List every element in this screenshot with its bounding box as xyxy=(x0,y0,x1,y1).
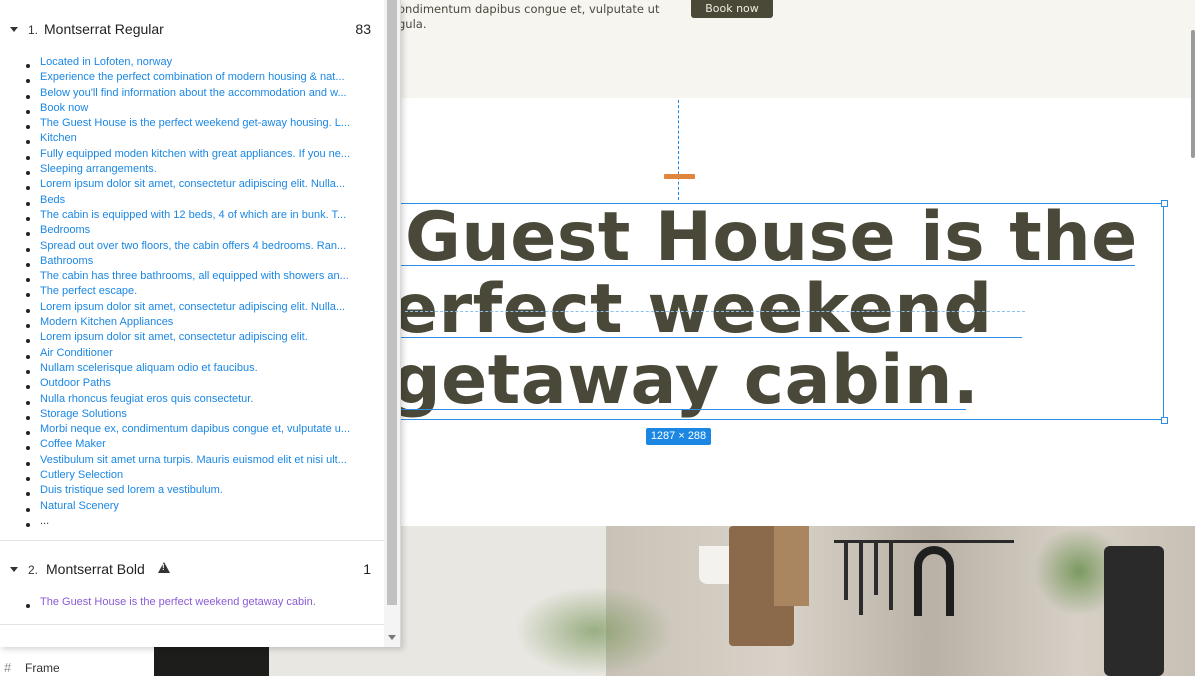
font-list-panel: 1. Montserrat Regular 83 Located in Lofo… xyxy=(0,0,401,647)
photo-utensil xyxy=(859,540,863,615)
list-item[interactable]: Bathrooms xyxy=(0,254,384,269)
layer-row[interactable]: # Frame xyxy=(0,658,154,676)
top-paragraph-line1: ondimentum dapibus congue et, vulputate … xyxy=(398,2,660,16)
layer-name: Frame xyxy=(25,661,60,675)
panel-scrollbar[interactable] xyxy=(384,0,400,647)
list-item[interactable]: Sleeping arrangements. xyxy=(0,162,384,177)
list-item[interactable]: Beds xyxy=(0,193,384,208)
list-item[interactable]: Bedrooms xyxy=(0,223,384,238)
usage-count: 83 xyxy=(355,21,371,37)
list-item[interactable]: Fully equipped moden kitchen with great … xyxy=(0,147,384,162)
list-item[interactable]: Duis tristique sed lorem a vestibulum. xyxy=(0,483,384,498)
list-item[interactable]: Located in Lofoten, norway xyxy=(0,55,384,70)
font-name: Montserrat Regular xyxy=(44,21,164,37)
list-item[interactable]: Morbi neque ex, condimentum dapibus cong… xyxy=(0,422,384,437)
warning-icon xyxy=(158,562,170,573)
list-item[interactable]: Air Conditioner xyxy=(0,346,384,361)
resize-handle-bottom-right[interactable] xyxy=(1161,417,1168,424)
photo-utensil xyxy=(874,540,878,595)
spacing-guide xyxy=(678,100,679,200)
list-item[interactable]: The Guest House is the perfect weekend g… xyxy=(0,116,384,131)
photo-utensil xyxy=(844,540,848,600)
group-number: 2. xyxy=(28,563,39,577)
resize-handle-top-right[interactable] xyxy=(1161,200,1168,207)
more-items[interactable]: ... xyxy=(0,514,384,529)
list-item[interactable]: Lorem ipsum dolor sit amet, consectetur … xyxy=(0,330,384,345)
list-item[interactable]: Coffee Maker xyxy=(0,437,384,452)
font-group-header-2[interactable]: 2. Montserrat Bold 1 xyxy=(0,557,384,581)
list-item[interactable]: Book now xyxy=(0,101,384,116)
usage-count: 1 xyxy=(363,561,371,577)
canvas-scrollbar[interactable] xyxy=(1191,30,1195,158)
photo-utensil xyxy=(889,540,893,610)
list-item[interactable]: Outdoor Paths xyxy=(0,376,384,391)
photo-cutting-board-2 xyxy=(774,526,809,606)
font-usage-list-2: The Guest House is the perfect weekend g… xyxy=(0,595,384,610)
photo-coffee-maker xyxy=(1104,546,1164,676)
list-item[interactable]: Experience the perfect combination of mo… xyxy=(0,70,384,85)
list-item[interactable]: The cabin is equipped with 12 beds, 4 of… xyxy=(0,208,384,223)
top-paragraph-line2: gula. xyxy=(398,17,427,31)
scrollbar-thumb[interactable] xyxy=(387,0,397,605)
list-item[interactable]: Kitchen xyxy=(0,131,384,146)
list-item[interactable]: Vestibulum sit amet urna turpis. Mauris … xyxy=(0,453,384,468)
font-usage-list-1: Located in Lofoten, norway Experience th… xyxy=(0,55,384,529)
list-item[interactable]: Below you'll find information about the … xyxy=(0,86,384,101)
list-item[interactable]: Lorem ipsum dolor sit amet, consectetur … xyxy=(0,300,384,315)
list-item[interactable]: Lorem ipsum dolor sit amet, consectetur … xyxy=(0,177,384,192)
scroll-down-icon[interactable] xyxy=(388,635,396,640)
divider xyxy=(0,540,384,541)
list-item[interactable]: Storage Solutions xyxy=(0,407,384,422)
photo-plant xyxy=(514,586,674,676)
accent-bar xyxy=(664,174,695,179)
list-item[interactable]: Cutlery Selection xyxy=(0,468,384,483)
list-item[interactable]: The perfect escape. xyxy=(0,284,384,299)
list-item[interactable]: Spread out over two floors, the cabin of… xyxy=(0,239,384,254)
selection-box[interactable] xyxy=(395,203,1164,420)
font-name: Montserrat Bold xyxy=(46,561,145,577)
divider xyxy=(0,624,384,625)
list-item[interactable]: Nulla rhoncus feugiat eros quis consecte… xyxy=(0,392,384,407)
list-item[interactable]: Nullam scelerisque aliquam odio et fauci… xyxy=(0,361,384,376)
list-item[interactable]: The cabin has three bathrooms, all equip… xyxy=(0,269,384,284)
list-item[interactable]: Natural Scenery xyxy=(0,499,384,514)
chevron-down-icon[interactable] xyxy=(10,567,18,572)
dimension-badge: 1287 × 288 xyxy=(646,428,711,445)
list-item[interactable]: Modern Kitchen Appliances xyxy=(0,315,384,330)
font-group-header-1[interactable]: 1. Montserrat Regular 83 xyxy=(0,17,384,41)
frame-icon: # xyxy=(4,660,12,675)
photo-faucet xyxy=(914,546,954,616)
photo-dark-area xyxy=(154,646,269,676)
chevron-down-icon[interactable] xyxy=(10,27,18,32)
book-now-button[interactable]: Book now xyxy=(691,0,773,18)
list-item[interactable]: The Guest House is the perfect weekend g… xyxy=(0,595,384,610)
group-number: 1. xyxy=(28,23,39,37)
